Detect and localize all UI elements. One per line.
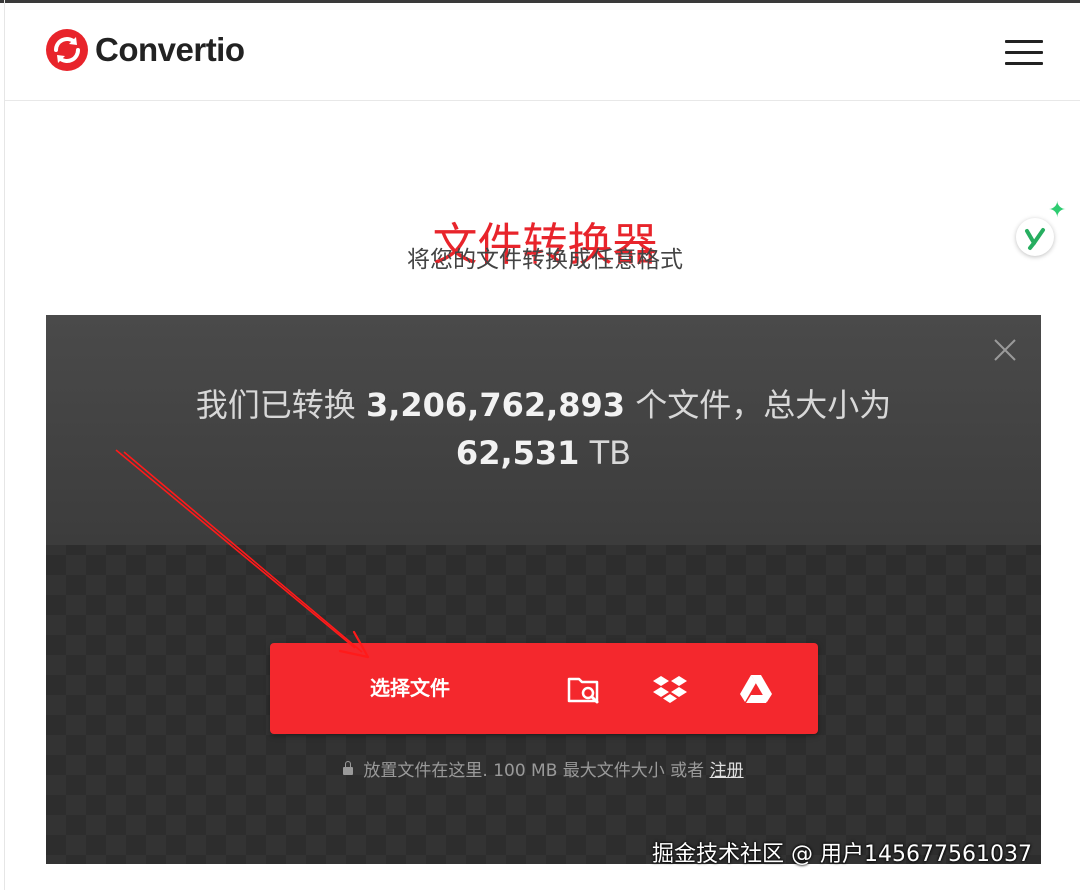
google-drive-icon[interactable] <box>736 669 776 709</box>
upload-bar: 选择文件 <box>270 643 818 734</box>
files-count: 3,206,762,893 <box>365 386 626 424</box>
watermark: 掘金技术社区 @ 用户145677561037 <box>652 842 1032 867</box>
y-logo-icon <box>1025 228 1045 250</box>
extension-badge-icon[interactable] <box>1016 218 1054 256</box>
upload-panel[interactable]: 我们已转换 3,206,762,893 个文件，总大小为 62,531 TB 选… <box>46 315 1041 864</box>
lock-icon <box>343 761 354 775</box>
drop-hint: 放置文件在这里. 100 MB 最大文件大小 或者 注册 <box>46 756 1041 781</box>
drop-hint-text: 放置文件在这里. 100 MB 最大文件大小 或者 <box>363 761 705 781</box>
page-subtitle: 将您的文件转换成任意格式 <box>407 247 683 273</box>
close-icon[interactable] <box>992 337 1018 363</box>
size-unit: TB <box>589 434 632 472</box>
left-border <box>4 0 5 890</box>
logo-text: Convertio <box>95 31 245 68</box>
register-link[interactable]: 注册 <box>710 761 744 781</box>
stats-prefix: 我们已转换 <box>195 386 356 424</box>
size-value: 62,531 <box>455 434 580 472</box>
hamburger-menu-icon[interactable] <box>1005 40 1043 66</box>
choose-files-button[interactable]: 选择文件 <box>270 643 550 734</box>
site-header: Convertio <box>5 3 1080 101</box>
logo[interactable]: Convertio <box>45 28 245 72</box>
folder-search-icon[interactable] <box>565 669 605 709</box>
convertio-logo-icon <box>46 29 88 71</box>
dropbox-icon[interactable] <box>650 669 690 709</box>
stats-middle: 个文件，总大小为 <box>635 386 892 424</box>
conversion-stats: 我们已转换 3,206,762,893 个文件，总大小为 62,531 TB <box>46 381 1041 477</box>
